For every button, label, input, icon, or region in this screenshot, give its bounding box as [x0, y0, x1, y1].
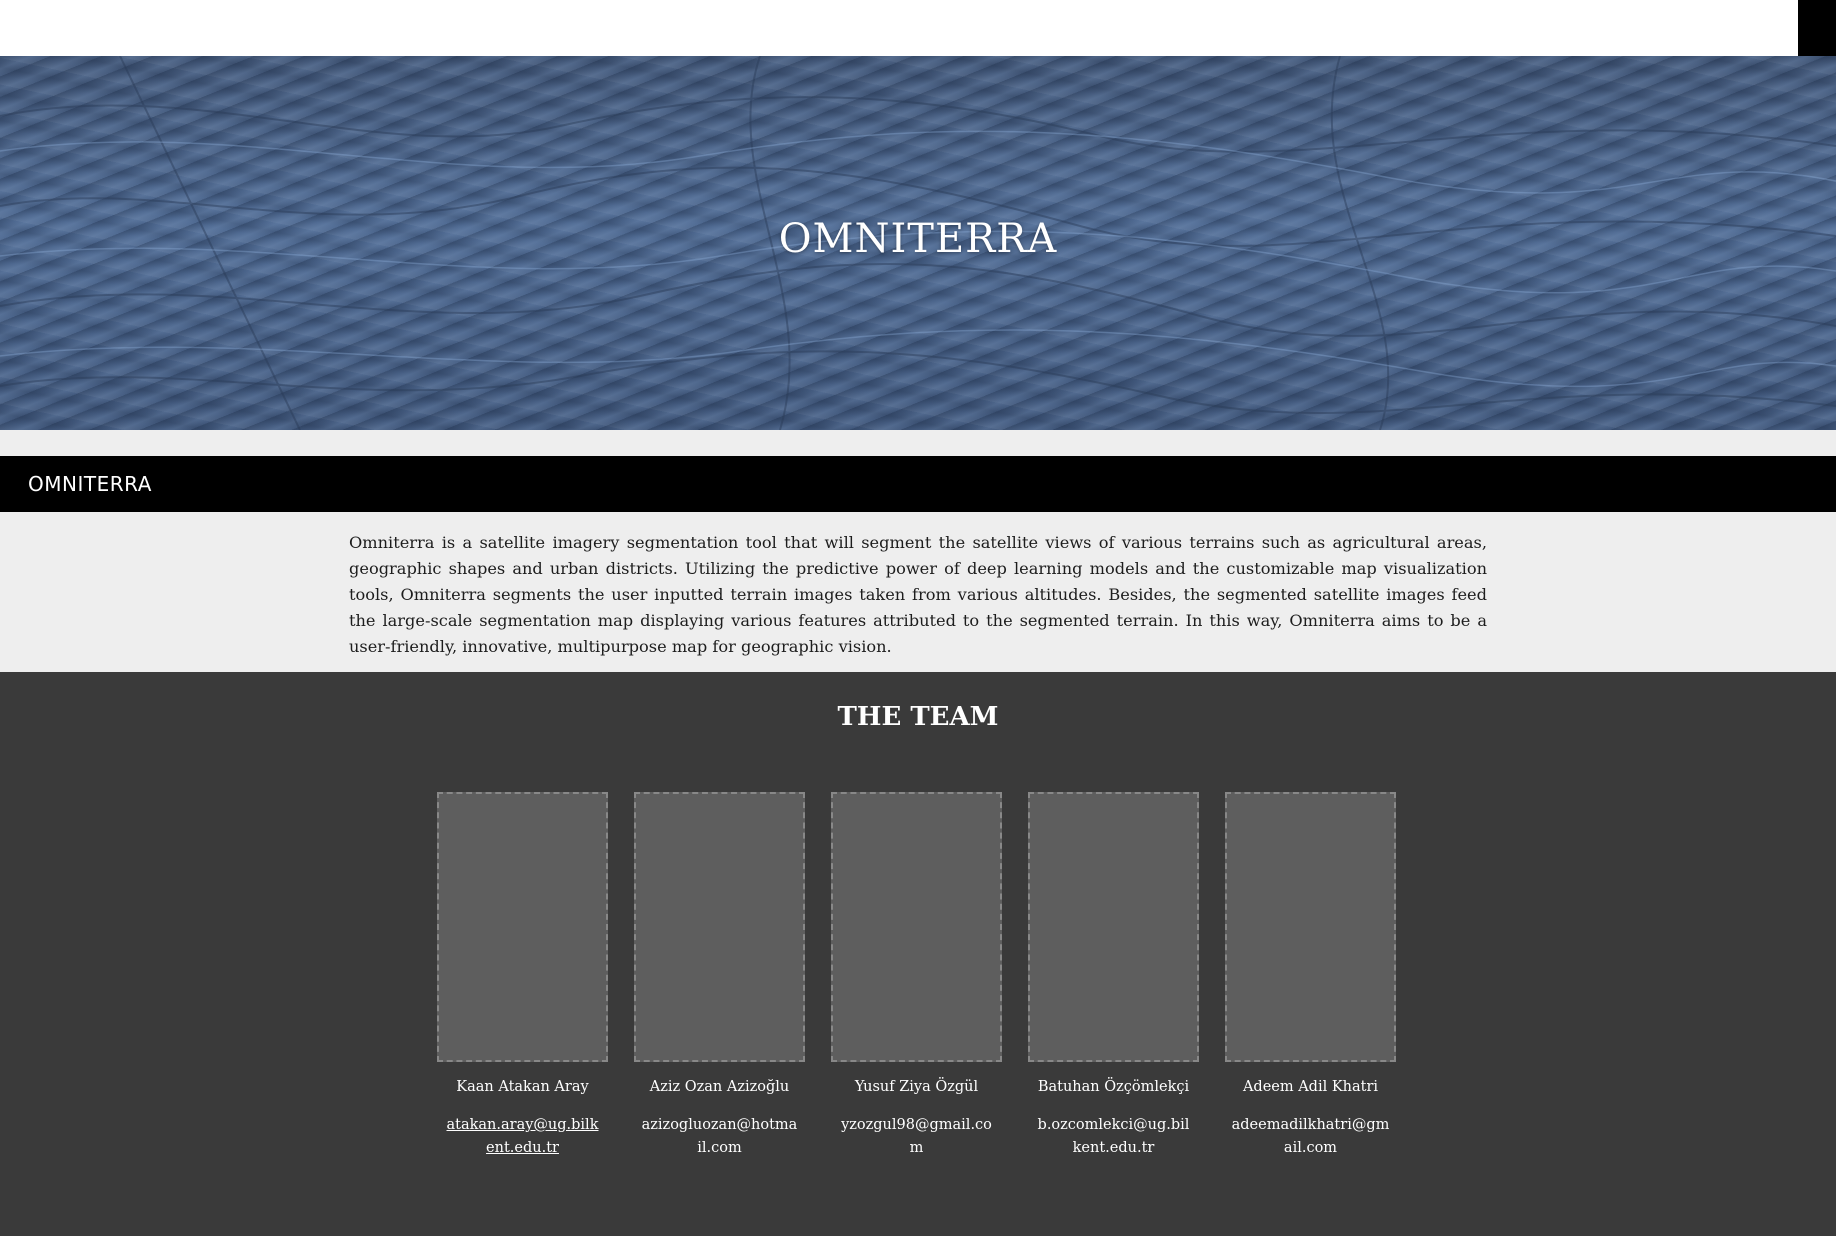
member-name: Kaan Atakan Aray	[456, 1079, 589, 1095]
member-photo-placeholder	[634, 792, 805, 1062]
member-email: b.ozcomlekci@ug.bilkent.edu.tr	[1037, 1117, 1190, 1156]
team-member-card: Aziz Ozan Azizoğlu azizogluozan@hotmail.…	[634, 792, 805, 1160]
member-name: Aziz Ozan Azizoğlu	[649, 1079, 790, 1095]
hero-banner: OMNITERRA	[0, 56, 1836, 430]
member-email: yzozgul98@gmail.com	[841, 1117, 992, 1156]
member-email: azizogluozan@hotmail.com	[641, 1117, 798, 1156]
section-title: OMNITERRA	[28, 472, 152, 496]
team-member-card: Batuhan Özçömlekçi b.ozcomlekci@ug.bilke…	[1028, 792, 1199, 1160]
team-section: THE TEAM Kaan Atakan Aray atakan.aray@ug…	[0, 672, 1836, 1236]
team-member-card: Yusuf Ziya Özgül yzozgul98@gmail.com	[831, 792, 1002, 1160]
member-photo-placeholder	[437, 792, 608, 1062]
member-name: Adeem Adil Khatri	[1242, 1079, 1379, 1095]
menu-toggle-block[interactable]	[1798, 0, 1836, 56]
project-description: Omniterra is a satellite imagery segment…	[349, 533, 1487, 656]
member-name: Batuhan Özçömlekçi	[1037, 1079, 1190, 1095]
hero-title: OMNITERRA	[778, 216, 1058, 262]
member-photo-placeholder	[1225, 792, 1396, 1062]
top-navbar	[0, 0, 1836, 56]
team-title: THE TEAM	[837, 702, 999, 732]
member-photo-placeholder	[1028, 792, 1199, 1062]
team-members: Kaan Atakan Aray atakan.aray@ug.bilkent.…	[437, 792, 1396, 1160]
member-email-link[interactable]: atakan.aray@ug.bilkent.edu.tr	[443, 1114, 603, 1160]
team-member-card: Adeem Adil Khatri adeemadilkhatri@gmail.…	[1225, 792, 1396, 1160]
section-header-bar: OMNITERRA	[0, 456, 1836, 512]
member-email: adeemadilkhatri@gmail.com	[1231, 1117, 1390, 1156]
team-member-card: Kaan Atakan Aray atakan.aray@ug.bilkent.…	[437, 792, 608, 1160]
member-photo-placeholder	[831, 792, 1002, 1062]
member-name: Yusuf Ziya Özgül	[854, 1079, 979, 1095]
